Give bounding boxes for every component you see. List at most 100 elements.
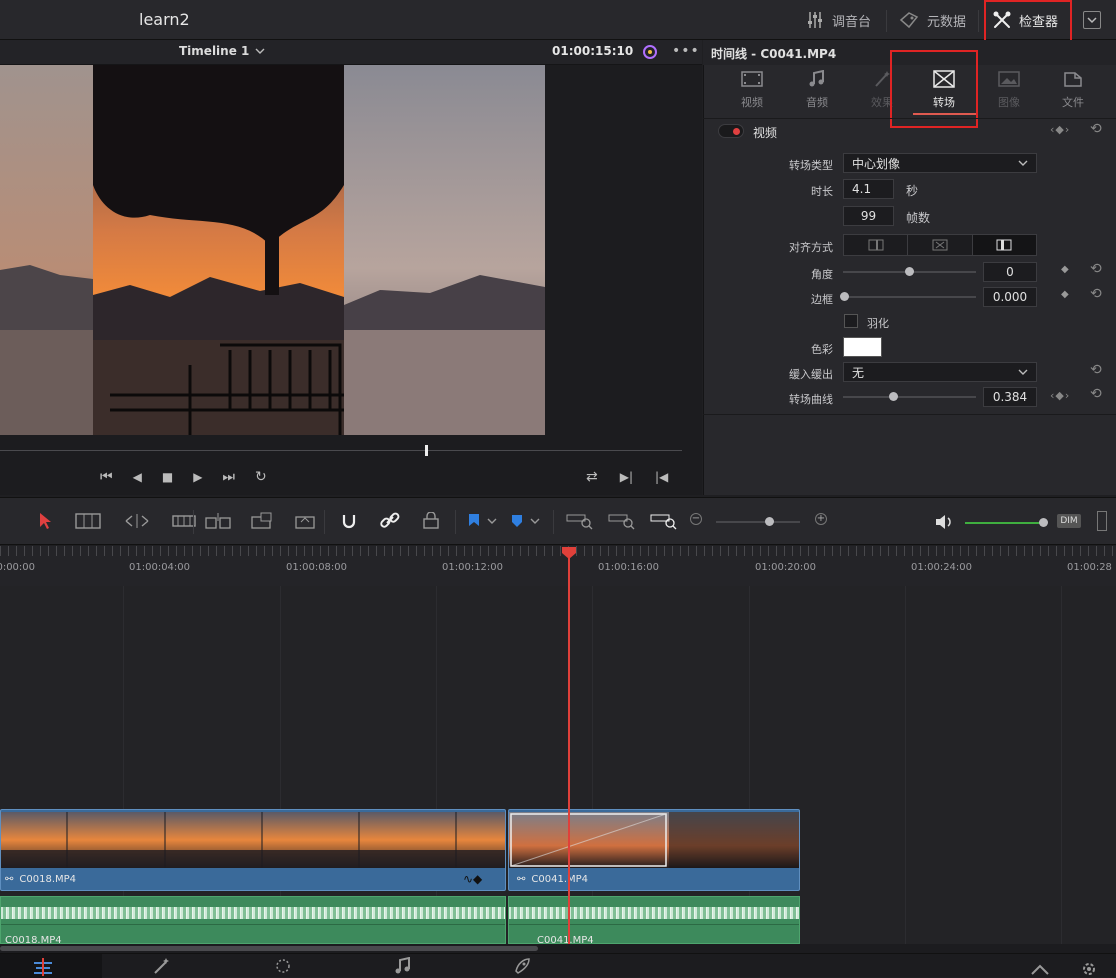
zoom-custom-icon[interactable] bbox=[650, 512, 678, 530]
playhead-line bbox=[568, 548, 570, 944]
insert-clip-icon[interactable] bbox=[205, 512, 231, 530]
color-swatch[interactable] bbox=[843, 337, 882, 357]
divider bbox=[978, 10, 979, 32]
volume-slider[interactable] bbox=[965, 522, 1041, 524]
zoom-in-button[interactable]: + bbox=[815, 513, 827, 525]
duration-frames-input[interactable]: 99 bbox=[843, 206, 894, 226]
timeline-scrollbar-thumb[interactable] bbox=[0, 946, 538, 951]
home-icon[interactable] bbox=[1030, 962, 1050, 976]
fusion-page-icon[interactable] bbox=[152, 957, 172, 975]
tab-file[interactable]: 文件 bbox=[1043, 70, 1103, 120]
transition-type-select[interactable]: 中心划像 bbox=[843, 153, 1037, 173]
audio-clip[interactable]: C0041.MP4 bbox=[508, 896, 800, 944]
scrubber-track[interactable] bbox=[0, 450, 682, 451]
playhead-handle[interactable] bbox=[561, 546, 577, 560]
collapse-panel-button[interactable] bbox=[1083, 11, 1101, 29]
timecode-display: 01:00:15:10 bbox=[552, 44, 634, 58]
zoom-detail-icon[interactable] bbox=[608, 512, 636, 530]
align-center-button[interactable] bbox=[908, 235, 973, 255]
page-edit-tab[interactable] bbox=[0, 954, 102, 978]
border-slider[interactable] bbox=[843, 296, 976, 298]
angle-input[interactable]: 0 bbox=[983, 262, 1037, 282]
keyframe-nav[interactable]: ‹◆› bbox=[1050, 123, 1070, 136]
keyframe-nav[interactable]: ‹◆› bbox=[1050, 389, 1070, 402]
curve-slider[interactable] bbox=[843, 396, 976, 398]
color-label: 色彩 bbox=[811, 343, 833, 356]
scrubber-handle[interactable] bbox=[425, 445, 428, 456]
reset-icon[interactable]: ⟲ bbox=[1090, 261, 1102, 277]
play-icon[interactable]: ▶ bbox=[193, 470, 202, 484]
ease-select[interactable]: 无 bbox=[843, 362, 1037, 382]
linked-selection-icon[interactable] bbox=[380, 512, 400, 530]
panel-toggle[interactable] bbox=[1097, 511, 1107, 531]
deliver-rocket-icon[interactable] bbox=[512, 957, 532, 975]
tab-video[interactable]: 视频 bbox=[722, 70, 782, 120]
feather-checkbox[interactable] bbox=[844, 314, 858, 328]
video-section-toggle[interactable] bbox=[718, 124, 744, 138]
divider bbox=[193, 510, 194, 534]
zoom-slider-knob[interactable] bbox=[765, 517, 774, 526]
alignment-label: 对齐方式 bbox=[789, 241, 833, 254]
viewer-panel: ⏮ ◀ ■ ▶ ⏭ ↻ ⇄ ▶| |◀ bbox=[0, 65, 702, 495]
reset-icon[interactable]: ⟲ bbox=[1090, 286, 1102, 302]
jump-start-icon[interactable]: ⏮ bbox=[100, 469, 113, 485]
audio-clip[interactable]: C0018.MP4 bbox=[0, 896, 506, 944]
gear-icon[interactable] bbox=[1080, 960, 1098, 978]
tab-image[interactable]: 图像 bbox=[979, 70, 1039, 120]
dim-button[interactable]: DIM bbox=[1057, 514, 1081, 528]
clip-name: C0018.MP4 bbox=[5, 935, 62, 944]
color-wheel-button[interactable] bbox=[640, 42, 660, 62]
project-name: learn2 bbox=[139, 10, 190, 29]
prev-edit-icon[interactable]: |◀ bbox=[655, 470, 668, 484]
align-start-button[interactable] bbox=[972, 235, 1036, 255]
stop-icon[interactable]: ■ bbox=[162, 470, 173, 484]
viewer-options-button[interactable]: ••• bbox=[672, 43, 700, 59]
timeline-tracks[interactable]: ⚯ C0018.MP4 ∿◆ ⚯ C0041.MP4 C0018.MP4 C00… bbox=[0, 586, 1116, 944]
loop-icon[interactable]: ↻ bbox=[255, 469, 267, 485]
metadata-button[interactable]: 元数据 bbox=[899, 0, 966, 40]
video-frame[interactable] bbox=[0, 65, 545, 435]
reverse-play-icon[interactable]: ◀ bbox=[133, 470, 142, 484]
zoom-out-button[interactable]: − bbox=[690, 513, 702, 525]
flag-button[interactable] bbox=[467, 512, 497, 530]
curve-input[interactable]: 0.384 bbox=[983, 387, 1037, 407]
snapping-magnet-icon[interactable] bbox=[340, 512, 358, 530]
keyframe-diamond-icon[interactable]: ◆ bbox=[1061, 289, 1069, 300]
border-input[interactable]: 0.000 bbox=[983, 287, 1037, 307]
fairlight-page-icon[interactable] bbox=[393, 957, 413, 975]
keyframe-diamond-icon[interactable]: ◆ bbox=[1061, 264, 1069, 275]
selection-arrow-icon[interactable] bbox=[38, 512, 52, 530]
color-page-icon[interactable] bbox=[273, 957, 293, 975]
next-edit-icon[interactable]: ▶| bbox=[620, 470, 633, 484]
reset-icon[interactable]: ⟲ bbox=[1090, 386, 1102, 402]
volume-slider-knob[interactable] bbox=[1039, 518, 1048, 527]
reset-icon[interactable]: ⟲ bbox=[1090, 362, 1102, 378]
minus-icon: − bbox=[691, 513, 701, 524]
more-dots-icon: ••• bbox=[672, 43, 700, 59]
timeline-selector[interactable]: Timeline 1 bbox=[179, 44, 265, 58]
trim-tool-icon[interactable] bbox=[74, 512, 102, 530]
duration-seconds-input[interactable]: 4.1 bbox=[843, 179, 894, 199]
timeline-ruler[interactable]: 01:00:00:00 01:00:04:00 01:00:08:00 01:0… bbox=[0, 546, 1116, 586]
border-slider-knob[interactable] bbox=[840, 292, 849, 301]
timeline-scrollbar-track[interactable] bbox=[0, 944, 1116, 953]
video-clip[interactable]: ⚯ C0041.MP4 bbox=[508, 809, 800, 891]
speaker-icon[interactable] bbox=[934, 513, 954, 531]
position-lock-icon[interactable] bbox=[422, 512, 440, 530]
replace-clip-icon[interactable] bbox=[293, 512, 319, 530]
zoom-full-icon[interactable] bbox=[566, 512, 594, 530]
zoom-slider[interactable] bbox=[716, 521, 800, 523]
mixer-button[interactable]: 调音台 bbox=[806, 0, 871, 40]
marker-button[interactable] bbox=[510, 512, 540, 530]
curve-slider-knob[interactable] bbox=[889, 392, 898, 401]
angle-slider-knob[interactable] bbox=[905, 267, 914, 276]
dynamic-trim-icon[interactable] bbox=[124, 512, 150, 530]
video-clip[interactable]: ⚯ C0018.MP4 ∿◆ bbox=[0, 809, 506, 891]
overwrite-clip-icon[interactable] bbox=[249, 512, 275, 530]
align-end-button[interactable] bbox=[844, 235, 909, 255]
reset-icon[interactable]: ⟲ bbox=[1090, 121, 1102, 137]
match-frame-icon[interactable]: ⇄ bbox=[586, 469, 598, 485]
curve-icon[interactable]: ∿◆ bbox=[463, 872, 482, 886]
tab-audio[interactable]: 音频 bbox=[787, 70, 847, 120]
jump-end-icon[interactable]: ⏭ bbox=[222, 469, 235, 485]
